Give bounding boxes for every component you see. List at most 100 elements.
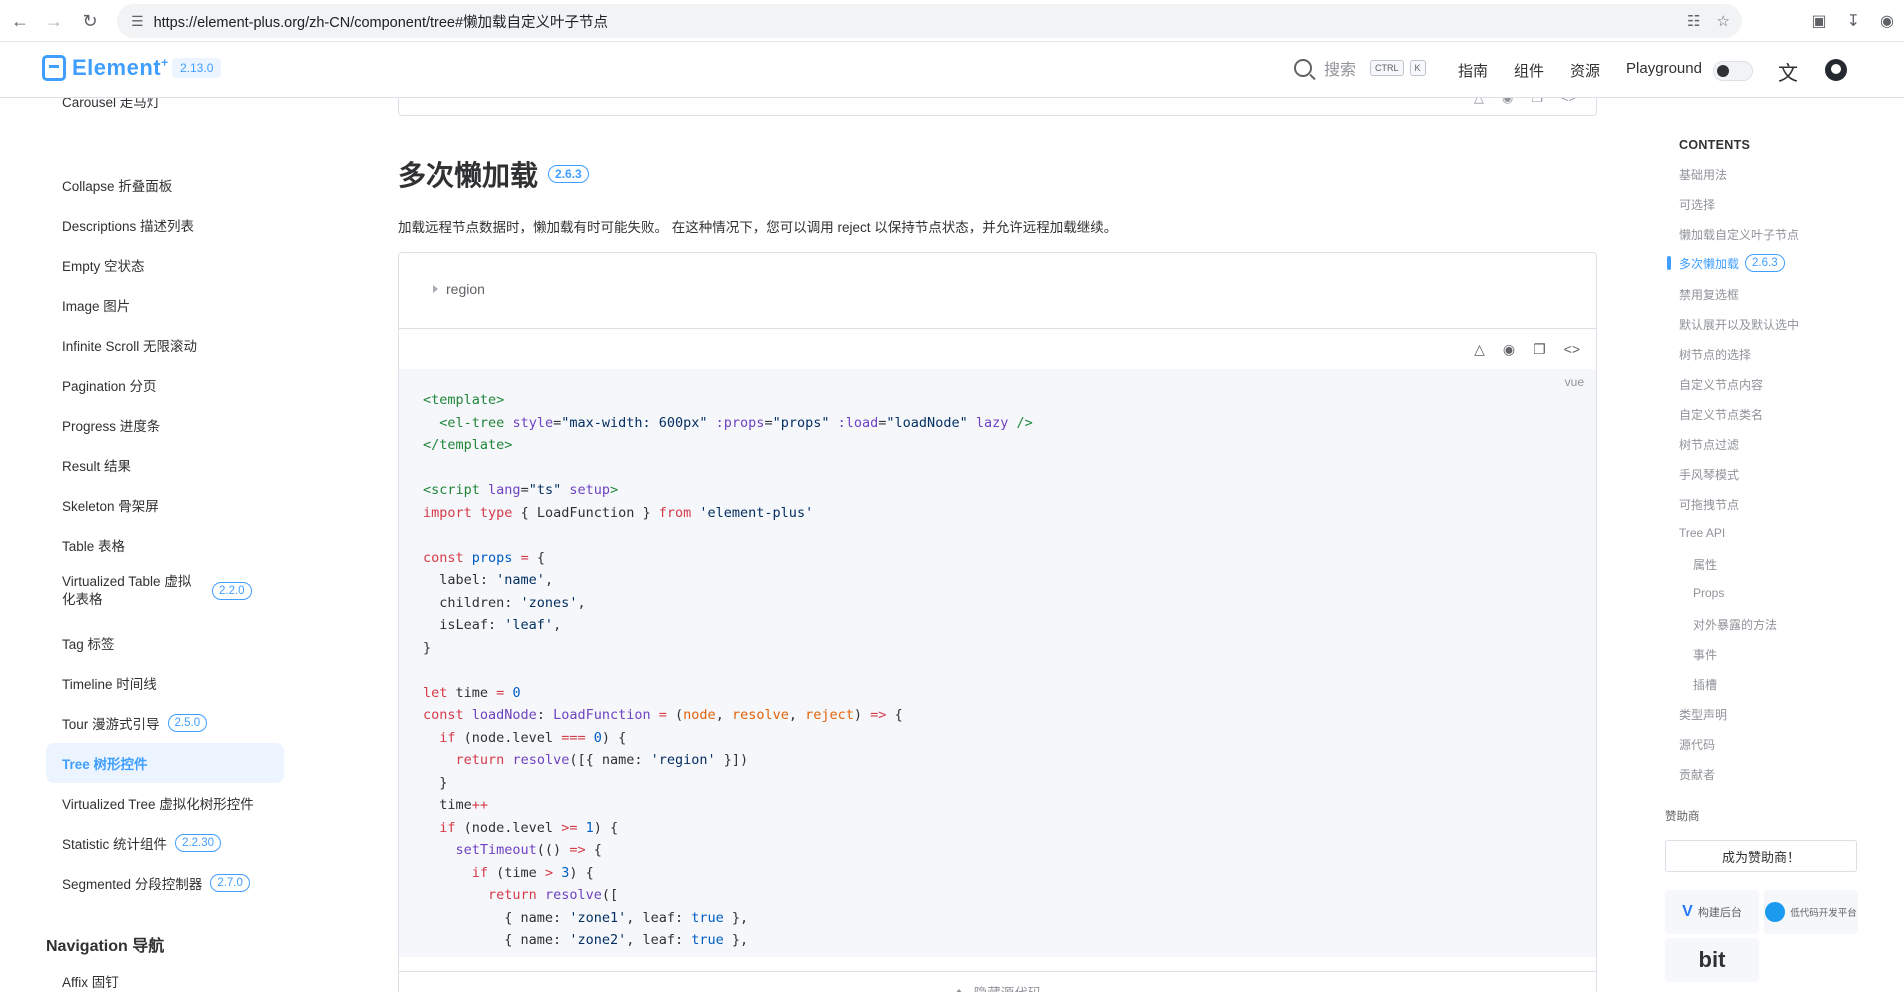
sponsor-1-label: 构建后台 — [1697, 907, 1742, 919]
toc-item[interactable]: 自定义节点类名 — [1679, 406, 1763, 423]
sidebar-item-tour[interactable]: Tour 漫游式引导 2.5.0 — [46, 703, 284, 743]
sidebar-item-label: Progress 进度条 — [62, 419, 161, 434]
sidebar-item-virtualized-table[interactable]: Virtualized Table 虚拟化表格 2.2.0 — [46, 565, 284, 617]
language-icon[interactable]: 文 — [1778, 57, 1798, 86]
toc-item-label: 禁用复选框 — [1679, 288, 1740, 302]
sidebar-item-collapse[interactable]: Collapse 折叠面板 — [46, 165, 284, 205]
github-edit-icon[interactable]: ◉ — [1503, 341, 1515, 358]
toc-item-sub[interactable]: 属性 — [1693, 556, 1717, 573]
toc-item[interactable]: 懒加载自定义叶子节点 — [1679, 226, 1799, 243]
toc-item-sub[interactable]: 事件 — [1693, 646, 1717, 663]
nav-guide[interactable]: 指南 — [1458, 60, 1488, 81]
sidebar-item-carousel[interactable]: Carousel 走马灯 — [46, 98, 284, 118]
version-tag[interactable]: 2.13.0 — [172, 58, 222, 78]
back-arrow-icon[interactable]: ← — [2, 3, 38, 39]
toc-item[interactable]: 树节点过滤 — [1679, 436, 1739, 453]
toc-item-label: 基础用法 — [1679, 168, 1728, 182]
translate-icon[interactable]: ☷ — [1687, 12, 1700, 30]
view-source-icon[interactable]: <> — [1561, 98, 1576, 106]
sidebar-item-image[interactable]: Image 图片 — [46, 285, 284, 325]
toc-item-active[interactable]: 多次懒加载 2.6.3 — [1679, 254, 1785, 272]
become-sponsor-button[interactable]: 成为赞助商！ — [1665, 840, 1857, 872]
forward-arrow-icon[interactable]: → — [36, 3, 72, 39]
toc-item-label: 懒加载自定义叶子节点 — [1679, 228, 1800, 242]
sponsor-logo-3[interactable]: bit — [1665, 938, 1759, 982]
hide-source-button[interactable]: 隐藏源代码 — [399, 971, 1596, 992]
toc-item[interactable]: 可选择 — [1679, 196, 1715, 213]
sidebar-item-descriptions[interactable]: Descriptions 描述列表 — [46, 205, 284, 245]
toc-item[interactable]: 类型声明 — [1679, 706, 1727, 723]
sidebar-item-empty[interactable]: Empty 空状态 — [46, 245, 284, 285]
reload-icon[interactable]: ↻ — [72, 3, 108, 39]
toc-item[interactable]: 基础用法 — [1679, 166, 1727, 183]
nav-playground[interactable]: Playground — [1626, 60, 1702, 81]
sponsor-logo-1[interactable]: V 构建后台 — [1665, 890, 1759, 934]
sidebar-item-statistic[interactable]: Statistic 统计组件 2.2.30 — [46, 823, 284, 863]
sidebar-item-virtualized-tree[interactable]: Virtualized Tree 虚拟化树形控件 — [46, 783, 284, 823]
copy-icon[interactable]: ❐ — [1531, 98, 1543, 106]
view-source-icon[interactable]: <> — [1564, 341, 1580, 358]
toc-item-sub[interactable]: 插槽 — [1693, 676, 1717, 693]
sidebar-item-timeline[interactable]: Timeline 时间线 — [46, 663, 284, 703]
sidebar-item-infinite-scroll[interactable]: Infinite Scroll 无限滚动 — [46, 325, 284, 365]
toc-item-label: 可拖拽节点 — [1679, 498, 1740, 512]
toc-title: CONTENTS — [1679, 138, 1751, 152]
profile-icon[interactable]: ◉ — [1880, 11, 1894, 31]
extensions-icon[interactable]: ▣ — [1812, 11, 1827, 31]
toc-item-label: 自定义节点类名 — [1679, 408, 1764, 422]
sidebar: Carousel 走马灯 Collapse 折叠面板 Descriptions … — [0, 98, 300, 992]
toc-item[interactable]: 默认展开以及默认选中 — [1679, 316, 1799, 333]
caret-right-icon[interactable] — [433, 285, 438, 293]
element-plus-logo[interactable]: Element+ — [42, 55, 169, 81]
sidebar-item-segmented[interactable]: Segmented 分段控制器 2.7.0 — [46, 863, 284, 903]
sidebar-item-label: Table 表格 — [62, 539, 126, 554]
toc-item[interactable]: Tree API — [1679, 526, 1725, 540]
playground-icon[interactable]: △ — [1474, 98, 1484, 106]
sidebar-item-affix[interactable]: Affix 固钉 — [46, 961, 284, 992]
sidebar-item-table[interactable]: Table 表格 — [46, 525, 284, 565]
sidebar-item-tag[interactable]: Tag 标签 — [46, 623, 284, 663]
playground-icon[interactable]: △ — [1474, 341, 1485, 358]
toc-item[interactable]: 贡献者 — [1679, 766, 1715, 783]
nav-component[interactable]: 组件 — [1514, 60, 1544, 81]
copy-icon[interactable]: ❐ — [1533, 341, 1546, 358]
section-description: 加载远程节点数据时，懒加载有时可能失败。 在这种情况下，您可以调用 reject… — [398, 220, 1118, 235]
sidebar-item-label: Collapse 折叠面板 — [62, 179, 173, 194]
tree-node[interactable]: region — [433, 281, 485, 297]
toc-item[interactable]: 手风琴模式 — [1679, 466, 1739, 483]
sponsor-2-label: 低代码开发平台 — [1790, 908, 1857, 919]
tree-node-label: region — [446, 281, 485, 297]
code-block[interactable]: vue <template> <el-tree style="max-width… — [399, 369, 1596, 957]
toc-item[interactable]: 可拖拽节点 — [1679, 496, 1739, 513]
address-bar[interactable]: ☰ https://element-plus.org/zh-CN/compone… — [117, 4, 1742, 38]
sidebar-item-result[interactable]: Result 结果 — [46, 445, 284, 485]
download-icon[interactable]: ↧ — [1847, 11, 1860, 31]
github-edit-icon[interactable]: ◉ — [1502, 98, 1513, 106]
toc-item[interactable]: 禁用复选框 — [1679, 286, 1739, 303]
github-icon[interactable] — [1825, 59, 1847, 81]
previous-demo-card: △ ◉ ❐ <> — [398, 98, 1597, 116]
toc-item-sub[interactable]: 对外暴露的方法 — [1693, 616, 1777, 633]
sidebar-item-progress[interactable]: Progress 进度条 — [46, 405, 284, 445]
site-info-icon[interactable]: ☰ — [131, 13, 144, 30]
toc-item[interactable]: 自定义节点内容 — [1679, 376, 1763, 393]
toc-item[interactable]: 源代码 — [1679, 736, 1715, 753]
sponsor-logo-2[interactable]: 低代码开发平台 — [1764, 890, 1858, 934]
sidebar-item-skeleton[interactable]: Skeleton 骨架屏 — [46, 485, 284, 525]
bookmark-star-icon[interactable]: ☆ — [1717, 12, 1730, 30]
toc-item[interactable]: 树节点的选择 — [1679, 346, 1751, 363]
nav-resource[interactable]: 资源 — [1570, 60, 1600, 81]
toc-active-marker — [1667, 256, 1671, 270]
sidebar-item-label: Virtualized Table 虚拟化表格 — [62, 574, 192, 607]
sidebar-item-badge: 2.2.30 — [175, 834, 221, 852]
toc-item-label: 类型声明 — [1679, 708, 1728, 722]
dark-mode-toggle[interactable] — [1713, 61, 1753, 81]
sidebar-item-label: Descriptions 描述列表 — [62, 219, 195, 234]
sidebar-item-badge: 2.7.0 — [210, 874, 250, 892]
search-button[interactable]: 搜索 CTRL K — [1294, 56, 1426, 80]
url-text[interactable]: https://element-plus.org/zh-CN/component… — [154, 11, 608, 32]
sidebar-item-tree[interactable]: Tree 树形控件 — [46, 743, 284, 783]
toc-item-sub[interactable]: Props — [1693, 586, 1724, 600]
sidebar-item-pagination[interactable]: Pagination 分页 — [46, 365, 284, 405]
toc-item-label: 树节点的选择 — [1679, 348, 1752, 362]
